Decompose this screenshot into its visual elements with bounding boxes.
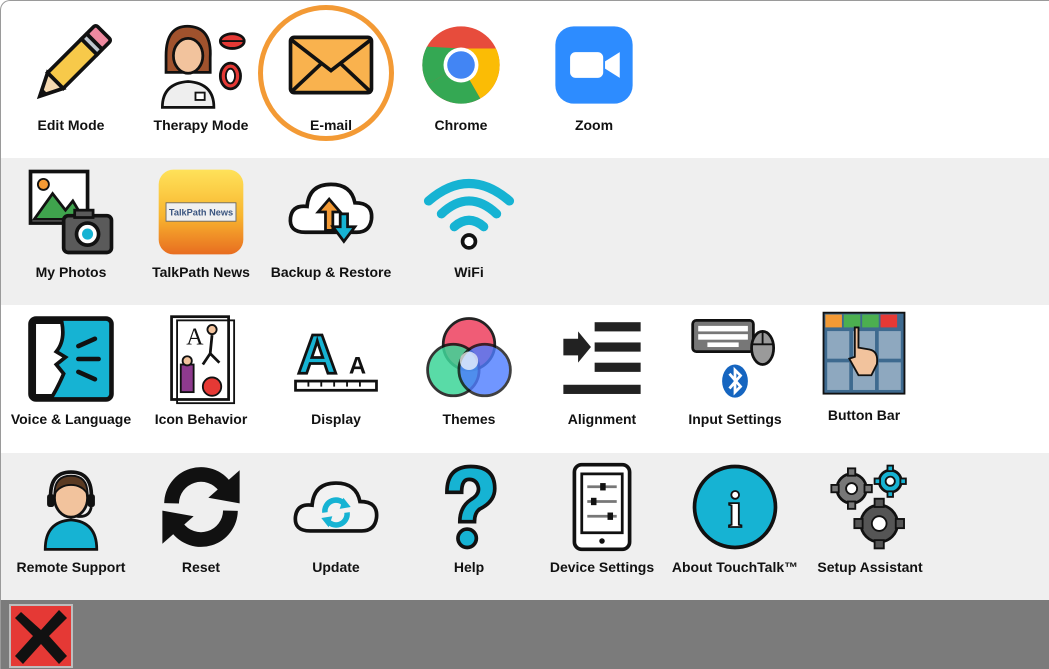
remote-support-label: Remote Support — [16, 559, 126, 575]
email-button[interactable]: E-mail — [258, 5, 396, 158]
edit-mode-button[interactable]: Edit Mode — [6, 11, 136, 158]
chrome-label: Chrome — [434, 117, 488, 133]
setup-assistant-button[interactable]: Setup Assistant — [805, 453, 935, 600]
refresh-icon — [153, 461, 249, 553]
menu-row: Edit Mode Therapy Mode E-mail Chrome Zoo… — [1, 5, 1049, 158]
therapy-mode-button[interactable]: Therapy Mode — [136, 11, 266, 158]
alignment-label: Alignment — [567, 411, 637, 427]
talkpath-news-label: TalkPath News — [152, 264, 250, 280]
color-circles-icon — [421, 313, 517, 405]
menu-row: Remote Support Reset Update Help Device … — [1, 453, 1049, 600]
device-settings-label: Device Settings — [549, 559, 655, 575]
button-bar-label: Button Bar — [827, 407, 901, 423]
therapy-mode-label: Therapy Mode — [153, 117, 249, 133]
my-photos-button[interactable]: My Photos — [6, 158, 136, 305]
menu-row: My Photos TalkPath News TalkPath News Ba… — [1, 158, 1049, 305]
reset-label: Reset — [181, 559, 221, 575]
photos-camera-icon — [23, 166, 119, 258]
wifi-button[interactable]: WiFi — [404, 158, 534, 305]
settings-menu: Edit Mode Therapy Mode E-mail Chrome Zoo… — [0, 0, 1049, 669]
device-settings-button[interactable]: Device Settings — [537, 453, 667, 600]
envelope-icon — [283, 19, 379, 111]
zoom-button[interactable]: Zoom — [529, 11, 659, 158]
about-touchtalk-button[interactable]: i About TouchTalk™ — [670, 453, 800, 600]
chrome-button[interactable]: Chrome — [396, 11, 526, 158]
icon-behavior-label: Icon Behavior — [154, 411, 248, 427]
backup-restore-label: Backup & Restore — [270, 264, 392, 280]
voice-language-button[interactable]: Voice & Language — [6, 305, 136, 452]
help-button[interactable]: Help — [404, 453, 534, 600]
bottom-bar — [1, 600, 1049, 669]
pencil-icon — [23, 19, 119, 111]
remote-support-button[interactable]: Remote Support — [6, 453, 136, 600]
icon-behavior-icon: A — [153, 313, 249, 405]
talkpath-news-button[interactable]: TalkPath News TalkPath News — [136, 158, 266, 305]
question-mark-icon — [421, 461, 517, 553]
menu-row: Voice & Language A Icon Behavior A A Dis… — [1, 305, 1049, 452]
cloud-sync-icon — [283, 166, 379, 258]
tablet-settings-icon — [554, 461, 650, 553]
themes-label: Themes — [442, 411, 496, 427]
help-label: Help — [453, 559, 485, 575]
icon-behavior-letter: A — [186, 324, 204, 350]
talkpath-news-icon: TalkPath News — [153, 166, 249, 258]
wifi-icon — [421, 166, 517, 258]
my-photos-label: My Photos — [35, 264, 107, 280]
display-small-letter: A — [349, 353, 366, 380]
themes-button[interactable]: Themes — [404, 305, 534, 452]
button-bar-button[interactable]: Button Bar — [799, 305, 929, 452]
button-bar-icon — [816, 309, 912, 401]
chrome-icon — [413, 19, 509, 111]
info-icon-letter: i — [728, 482, 742, 539]
keyboard-mouse-bluetooth-icon — [687, 313, 783, 405]
alignment-button[interactable]: Alignment — [537, 305, 667, 452]
icon-behavior-button[interactable]: A Icon Behavior — [136, 305, 266, 452]
display-button[interactable]: A A Display — [271, 305, 401, 452]
wifi-label: WiFi — [454, 264, 484, 280]
zoom-label: Zoom — [574, 117, 614, 133]
input-settings-label: Input Settings — [688, 411, 782, 427]
display-large-letter: A — [297, 324, 337, 386]
voice-language-label: Voice & Language — [10, 411, 132, 427]
edit-mode-label: Edit Mode — [37, 117, 105, 133]
zoom-camera-icon — [546, 19, 642, 111]
cloud-update-icon — [288, 461, 384, 553]
talkpath-news-icon-text: TalkPath News — [169, 208, 233, 218]
info-icon: i — [687, 461, 783, 553]
backup-restore-button[interactable]: Backup & Restore — [266, 158, 396, 305]
update-label: Update — [312, 559, 360, 575]
red-x-close-icon — [15, 610, 67, 664]
update-button[interactable]: Update — [271, 453, 401, 600]
email-label: E-mail — [309, 117, 352, 133]
display-label: Display — [311, 411, 361, 427]
speaking-face-icon — [23, 313, 119, 405]
alignment-icon — [554, 313, 650, 405]
reset-button[interactable]: Reset — [136, 453, 266, 600]
therapist-lips-icon — [153, 19, 249, 111]
setup-assistant-label: Setup Assistant — [817, 559, 923, 575]
font-size-icon: A A — [288, 313, 384, 405]
headset-person-icon — [23, 461, 119, 553]
about-touchtalk-label: About TouchTalk™ — [671, 559, 799, 575]
close-button[interactable] — [9, 604, 73, 668]
input-settings-button[interactable]: Input Settings — [670, 305, 800, 452]
gears-icon — [822, 461, 918, 553]
